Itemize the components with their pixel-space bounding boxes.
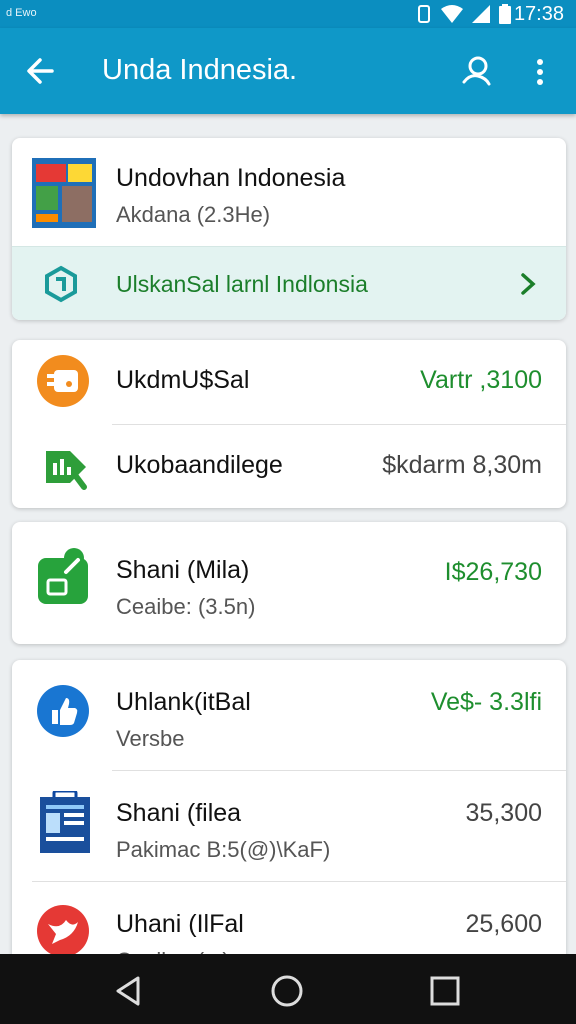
item-sub: Pakimac B:5(@)\KaF) [116,837,331,862]
list-item[interactable]: UkdmU$Sal Vartr ,3100 [12,340,566,424]
chevron-right-icon [521,273,536,295]
item-value: 35,300 [465,799,542,827]
thumbs-up-icon [37,685,89,737]
item-name: Ukobaandilege [116,451,283,479]
signal-icon [472,5,490,23]
contact-card[interactable]: Shani (Mila) Ceaibe: (3.5n) I$26,730 [12,522,566,644]
document-icon [40,791,90,853]
contact-name: Shani (Mila) [116,556,250,584]
back-arrow-icon[interactable] [22,52,60,90]
item-name: Shani (filea [116,799,242,827]
wifi-icon [441,5,463,23]
header-title: Undovhan Indonesia [116,164,346,192]
nav-recents-icon[interactable] [428,974,462,1008]
header-card: Undovhan Indonesia Akdana (2.3He) Ulskan… [12,138,566,320]
page-title: Unda Indnesia. [102,54,298,86]
header-subtitle: Akdana (2.3He) [116,202,271,227]
item-name: UkdmU$Sal [116,366,250,394]
promo-label: UlskanSal larnl Indlonsia [116,271,368,297]
item-value: 25,600 [465,910,542,938]
magazine-cover-icon [32,158,96,228]
item-name: Uhani (IlFal [116,910,244,938]
status-icons [414,4,512,24]
vibrate-icon [418,5,430,23]
carrier-label: d Ewo [6,7,37,19]
nav-back-icon[interactable] [112,974,146,1008]
more-vert-icon[interactable] [528,54,552,90]
item-value: Vartr ,3100 [420,366,542,394]
promo-row[interactable]: UlskanSal larnl Indlonsia [12,246,566,320]
chart-tag-icon [46,451,87,490]
list-item[interactable]: Uhlank(itBal Versbe Ve$- 3.3lfi [12,660,566,770]
list-item[interactable]: Ukobaandilege $kdarm 8,30m [12,425,566,508]
bird-logo-icon [37,905,89,957]
transactions-card: Uhlank(itBal Versbe Ve$- 3.3lfi Shani (f… [12,660,566,980]
contact-value: I$26,730 [444,558,542,586]
accounts-card: UkdmU$Sal Vartr ,3100 Ukobaandilege $kda… [12,340,566,508]
battery-icon [499,4,511,24]
clock: 17:38 [513,3,564,25]
item-name: Uhlank(itBal [116,688,251,716]
item-sub: Versbe [116,726,185,751]
item-value: Ve$- 3.3lfi [430,688,542,716]
nav-home-icon[interactable] [270,974,304,1008]
chat-bubble-icon [37,355,89,407]
system-nav-bar [0,954,576,1024]
puzzle-app-icon [38,548,88,604]
status-bar: d Ewo 17:38 [0,0,576,28]
app-bar: Unda Indnesia. [0,28,576,114]
list-item[interactable]: Shani (filea Pakimac B:5(@)\KaF) 35,300 [12,771,566,881]
contact-detail: Ceaibe: (3.5n) [116,594,256,619]
hexagon-logo-icon [45,265,77,303]
search-icon[interactable] [458,52,494,88]
item-value: $kdarm 8,30m [382,451,542,479]
